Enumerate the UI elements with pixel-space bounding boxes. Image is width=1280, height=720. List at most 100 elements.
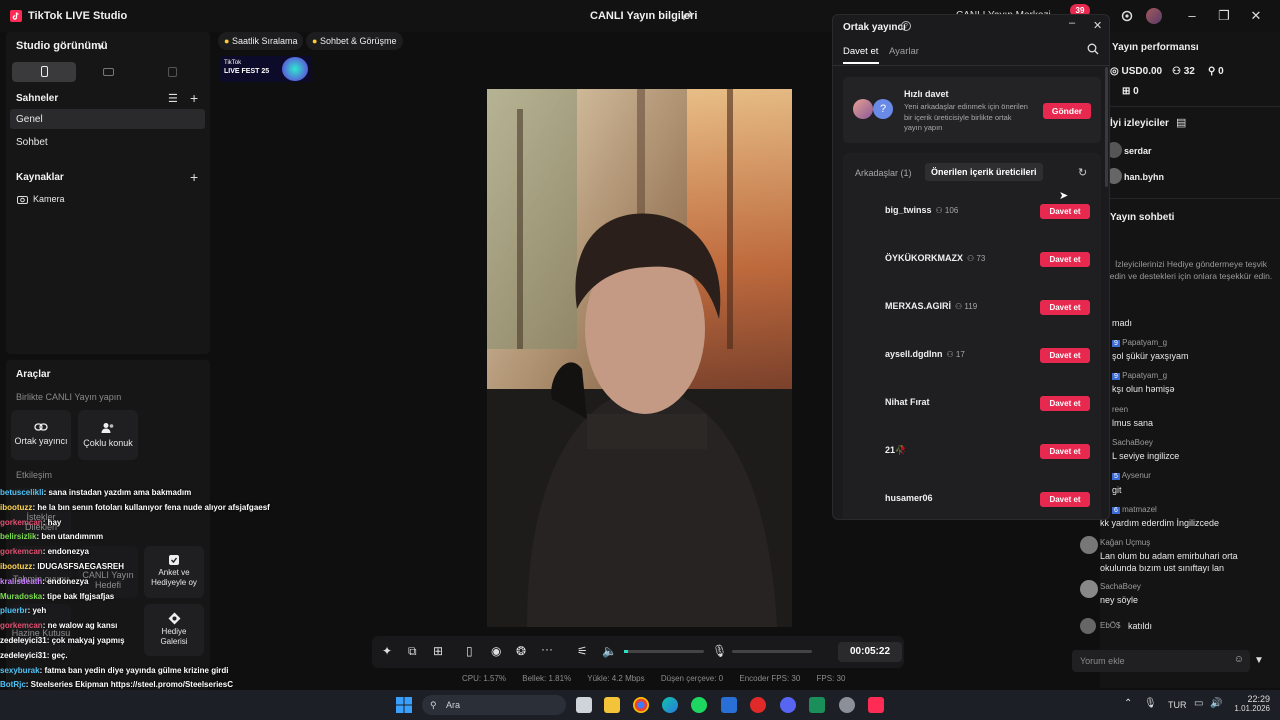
mic-slider[interactable] bbox=[732, 650, 812, 653]
add-source-icon[interactable]: + bbox=[190, 169, 198, 185]
chrome-icon[interactable] bbox=[633, 697, 649, 713]
volume-slider[interactable] bbox=[624, 650, 704, 653]
tab-settings[interactable]: Ayarlar bbox=[889, 46, 919, 57]
emoji-icon[interactable]: ☺ bbox=[1234, 654, 1244, 665]
invite-button[interactable]: Davet et bbox=[1040, 252, 1090, 267]
tab-suggested-creators[interactable]: Önerilen içerik üreticileri bbox=[925, 163, 1043, 181]
language-indicator[interactable]: TUR bbox=[1168, 700, 1187, 710]
chat-overlay-message: : hay bbox=[42, 517, 62, 527]
minimize-icon[interactable]: – bbox=[1069, 17, 1075, 29]
send-button[interactable]: Gönder bbox=[1043, 103, 1091, 119]
windows-start-icon[interactable] bbox=[396, 697, 412, 713]
app-icon[interactable] bbox=[809, 697, 825, 713]
cpu-stat: CPU: 1.57% bbox=[462, 674, 507, 683]
search-icon[interactable] bbox=[1087, 43, 1099, 55]
invite-button[interactable]: Davet et bbox=[1040, 348, 1090, 363]
portrait-mode-button[interactable] bbox=[12, 62, 76, 82]
upload-stat: Yükle: 4.2 Mbps bbox=[587, 674, 645, 683]
microphone-icon[interactable]: 🎙 bbox=[712, 644, 727, 658]
share-icon[interactable] bbox=[682, 10, 694, 22]
sliders-icon[interactable]: ⚟ bbox=[577, 644, 588, 658]
chat-overlay-line: pluerbr: yeh bbox=[0, 604, 300, 619]
volume-icon[interactable]: 🔊 bbox=[1210, 698, 1222, 709]
landscape-mode-button[interactable] bbox=[76, 62, 140, 82]
close-icon[interactable]: ✕ bbox=[1248, 8, 1264, 24]
layout-icon[interactable]: ⧉ bbox=[408, 644, 417, 659]
scene-item-sohbet[interactable]: Sohbet bbox=[16, 137, 48, 148]
invite-button[interactable]: Davet et bbox=[1040, 492, 1090, 507]
chat-overlay-line: ibootuzz: IDUGASFSAEGASREH bbox=[0, 560, 300, 575]
invite-button[interactable]: Davet et bbox=[1040, 444, 1090, 459]
top-viewer-1[interactable]: serdar bbox=[1124, 146, 1152, 156]
help-icon[interactable]: ? bbox=[901, 21, 911, 31]
list-item[interactable]: big_twinss ⚇ 106 bbox=[885, 205, 958, 215]
add-scene-icon[interactable]: + bbox=[190, 90, 198, 106]
list-item[interactable]: 21🥀 bbox=[885, 445, 906, 456]
phone-icon[interactable]: ▯ bbox=[466, 644, 473, 658]
clock[interactable]: 22:29 1.01.2026 bbox=[1234, 694, 1270, 713]
app-icon[interactable] bbox=[839, 697, 855, 713]
studio-view-label[interactable]: Studio görünümü bbox=[16, 40, 108, 52]
invite-button[interactable]: Davet et bbox=[1040, 204, 1090, 219]
followers-count: ⚲ 0 bbox=[1208, 66, 1224, 77]
magic-wand-icon[interactable]: ✦ bbox=[382, 644, 392, 658]
close-icon[interactable]: ✕ bbox=[1093, 19, 1102, 32]
avatar[interactable] bbox=[1146, 8, 1162, 24]
tiktok-logo-icon bbox=[10, 10, 22, 22]
list-item[interactable]: MERXAS.AGIRİ ⚇ 119 bbox=[885, 301, 977, 311]
discord-icon[interactable] bbox=[780, 697, 796, 713]
ranking-icon[interactable]: ▤ bbox=[1176, 116, 1186, 129]
list-item[interactable]: ÖYKÜKORKMAZX ⚇ 73 bbox=[885, 253, 985, 263]
filter-icon[interactable]: ▼ bbox=[1254, 655, 1264, 666]
refresh-icon[interactable]: ↻ bbox=[1078, 166, 1087, 179]
users-icon bbox=[101, 422, 115, 434]
chat-message: Lan olum bu adam emirbuhari orta okulund… bbox=[1100, 551, 1238, 573]
top-viewer-2[interactable]: han.byhn bbox=[1124, 172, 1164, 182]
chat-hint: İzleyicilerinizi Hediye göndermeye teşvi… bbox=[1109, 259, 1273, 281]
invite-button[interactable]: Davet et bbox=[1040, 300, 1090, 315]
record-icon[interactable]: ◉ bbox=[491, 644, 501, 658]
add-media-icon[interactable]: ⊞ bbox=[433, 644, 443, 658]
popup-scrollbar[interactable] bbox=[1105, 67, 1108, 187]
dual-mode-button[interactable] bbox=[140, 62, 204, 82]
list-item[interactable]: Nihat Fırat bbox=[885, 397, 930, 407]
cohost-tool-button[interactable]: Ortak yayıncı bbox=[11, 410, 71, 460]
list-item[interactable]: husamer06 bbox=[885, 493, 933, 503]
chat-meet-pill[interactable]: ● Sohbet & Görüşme bbox=[306, 32, 403, 50]
chevron-down-icon[interactable]: ▾ bbox=[98, 42, 103, 53]
livefest-banner[interactable]: TikTok LIVE FEST 25 bbox=[220, 56, 312, 82]
chat-message: ney söyle bbox=[1100, 595, 1139, 605]
camera-icon bbox=[17, 195, 28, 204]
settings-gear-icon[interactable] bbox=[1120, 9, 1134, 23]
list-item[interactable]: aysell.dgdlnn ⚇ 17 bbox=[885, 349, 965, 359]
tiktok-studio-icon[interactable] bbox=[868, 697, 884, 713]
spotify-icon[interactable] bbox=[691, 697, 707, 713]
top-viewers-title[interactable]: İyi izleyiciler bbox=[1110, 118, 1169, 129]
tools-title: Araçlar bbox=[16, 369, 51, 380]
chevron-up-icon[interactable]: ⌃ bbox=[1124, 698, 1132, 709]
maximize-icon[interactable]: ❐ bbox=[1216, 8, 1232, 24]
comment-input[interactable]: Yorum ekle ☺ bbox=[1072, 650, 1250, 672]
effects-icon[interactable]: ❂ bbox=[516, 644, 526, 658]
taskbar-search[interactable]: ⚲ Ara bbox=[422, 695, 566, 715]
chat-overlay-message: : yeh bbox=[27, 606, 47, 616]
tab-friends[interactable]: Arkadaşlar (1) bbox=[855, 168, 912, 178]
source-item-camera[interactable]: Kamera bbox=[33, 194, 65, 204]
speaker-icon[interactable]: 🔈 bbox=[602, 644, 617, 658]
network-icon[interactable]: ▭ bbox=[1194, 698, 1203, 709]
tab-invite[interactable]: Davet et bbox=[843, 46, 878, 57]
chat-overlay-line: zedeleyici31: geç. bbox=[0, 649, 300, 664]
app-icon[interactable] bbox=[721, 697, 737, 713]
minimize-icon[interactable]: – bbox=[1184, 8, 1200, 24]
opera-icon[interactable] bbox=[750, 697, 766, 713]
more-icon[interactable]: ··· bbox=[541, 642, 553, 656]
edge-icon[interactable] bbox=[662, 697, 678, 713]
task-view-icon[interactable] bbox=[576, 697, 592, 713]
scene-item-genel[interactable]: Genel bbox=[16, 114, 43, 125]
hourly-ranking-pill[interactable]: ● Saatlik Sıralama bbox=[218, 32, 304, 50]
file-explorer-icon[interactable] bbox=[604, 697, 620, 713]
multi-guest-tool-button[interactable]: Çoklu konuk bbox=[78, 410, 138, 460]
invite-button[interactable]: Davet et bbox=[1040, 396, 1090, 411]
microphone-icon[interactable]: 🎙 bbox=[1144, 698, 1157, 709]
list-icon[interactable]: ☰ bbox=[168, 92, 178, 105]
